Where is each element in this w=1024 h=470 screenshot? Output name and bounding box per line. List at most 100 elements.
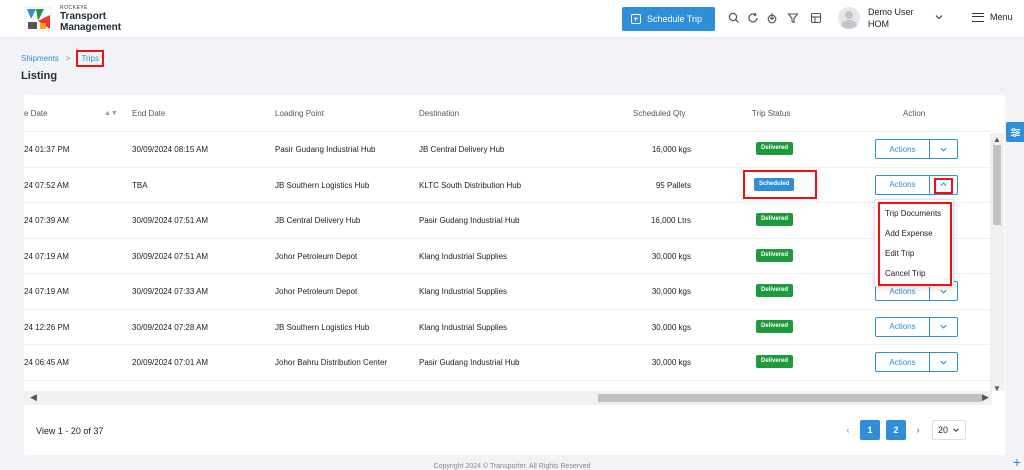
prev-page-arrow[interactable]: ‹ <box>842 425 854 436</box>
cell-start-date: 24 07:39 AM <box>24 216 69 225</box>
menu-item-trip-documents[interactable]: Trip Documents <box>885 209 941 218</box>
sort-icon[interactable]: ▲▼ <box>104 110 118 117</box>
menu-item-add-expense[interactable]: Add Expense <box>885 229 933 238</box>
status-badge: Delivered <box>756 248 794 262</box>
cell-destination: Klang Industrial Supplies <box>419 287 508 296</box>
cell-destination: KLTC South Distribution Hub <box>419 180 522 190</box>
column-start-date[interactable]: e Date <box>24 109 48 118</box>
page-1-button[interactable]: 1 <box>860 420 880 440</box>
page-size-select[interactable]: 20 <box>932 420 966 440</box>
scroll-right-arrow[interactable]: ▶ <box>982 392 989 403</box>
actions-button[interactable]: Actions <box>876 140 930 158</box>
table-row: 24 07:19 AM 30/09/2024 07:33 AM Johor Pe… <box>24 274 990 310</box>
cell-scheduled-qty: 30,000 kgs <box>651 322 691 332</box>
view-count: View 1 - 20 of 37 <box>36 426 104 436</box>
table-header: e Date ▲▼ End Date Loading Point Destina… <box>24 95 990 132</box>
actions-button-group: Actions <box>875 352 958 372</box>
schedule-trip-button[interactable]: Schedule Trip <box>622 7 715 31</box>
actions-toggle[interactable] <box>930 318 957 336</box>
plus-square-icon <box>631 14 641 24</box>
horizontal-scroll-thumb[interactable] <box>598 394 982 402</box>
status-badge: Delivered <box>756 142 794 155</box>
search-icon[interactable] <box>727 12 741 26</box>
chevron-down-icon <box>940 324 947 329</box>
refresh-icon[interactable] <box>746 12 760 26</box>
filter-settings-icon[interactable] <box>1006 122 1024 142</box>
menu-label: Menu <box>990 12 1013 22</box>
actions-dropdown-menu: Trip Documents Add Expense Edit Trip Can… <box>874 199 954 287</box>
vertical-scrollbar[interactable]: ▲ ▼ <box>990 133 1004 393</box>
actions-toggle[interactable] <box>930 140 957 158</box>
actions-button[interactable]: Actions <box>876 317 930 336</box>
chevron-down-icon <box>940 360 947 365</box>
breadcrumb-shipments[interactable]: Shipments <box>21 54 59 63</box>
brand-logo[interactable] <box>24 5 52 33</box>
breadcrumb-separator: > <box>65 54 71 63</box>
table-row: 24 12:26 PM 30/09/2024 07:28 AM JB South… <box>24 310 990 345</box>
cell-loading-point: Johor Petroleum Depot <box>275 251 358 261</box>
table-row: 24 07:19 AM 30/09/2024 07:51 AM Johor Pe… <box>24 239 990 274</box>
cell-start-date: 24 12:26 PM <box>24 322 70 332</box>
scroll-up-arrow[interactable]: ▲ <box>990 135 1004 144</box>
horizontal-scrollbar[interactable]: ◀ ▶ <box>24 391 992 405</box>
top-header: ROCKEYE Transport Management Schedule Tr… <box>0 0 1024 38</box>
pagination: ‹ 1 2 › 20 <box>842 420 966 440</box>
menu-icon <box>972 12 984 22</box>
table-row: 24 06:45 AM 20/09/2024 07:01 AM Johor Ba… <box>24 345 990 381</box>
cell-scheduled-qty: 95 Pallets <box>655 180 691 190</box>
cell-start-date: 24 07:19 AM <box>24 287 69 296</box>
plus-icon[interactable]: + <box>1010 455 1024 470</box>
column-destination[interactable]: Destination <box>419 109 459 118</box>
menu-item-edit-trip[interactable]: Edit Trip <box>885 249 914 258</box>
page-title: Listing <box>21 70 58 82</box>
breadcrumb: Shipments > Trips <box>21 50 104 67</box>
layout-icon[interactable] <box>809 12 823 26</box>
table-row: 24 01:37 PM 30/09/2024 08:15 AM Pasir Gu… <box>24 132 990 168</box>
status-badge: Delivered <box>756 284 794 297</box>
cell-scheduled-qty: 30,000 kgs <box>651 251 691 261</box>
cell-scheduled-qty: 16,000 Ltrs <box>650 216 691 225</box>
menu-button[interactable]: Menu <box>972 12 1013 22</box>
cell-destination: Klang Industrial Supplies <box>419 251 508 261</box>
cell-end-date: TBA <box>132 180 148 190</box>
cell-scheduled-qty: 30,000 kgs <box>651 287 691 296</box>
column-trip-status[interactable]: Trip Status <box>752 109 790 118</box>
status-badge: Delivered <box>756 355 794 368</box>
cell-end-date: 20/09/2024 07:01 AM <box>132 358 209 367</box>
actions-toggle[interactable] <box>930 176 957 194</box>
filter-icon[interactable] <box>786 12 800 26</box>
scroll-down-arrow[interactable]: ▼ <box>990 384 1004 393</box>
cell-loading-point: Johor Bahru Distribution Center <box>275 358 388 367</box>
schedule-trip-label: Schedule Trip <box>647 14 703 24</box>
actions-toggle[interactable] <box>930 353 957 371</box>
column-scheduled-qty[interactable]: Scheduled Qty <box>633 109 685 118</box>
actions-button[interactable]: Actions <box>876 175 930 194</box>
chevron-down-icon <box>953 428 959 432</box>
chevron-down-icon[interactable] <box>934 12 944 25</box>
breadcrumb-trips[interactable]: Trips <box>76 50 104 67</box>
menu-item-cancel-trip[interactable]: Cancel Trip <box>885 269 925 278</box>
cell-end-date: 30/09/2024 07:51 AM <box>132 251 209 261</box>
status-badge: Delivered <box>756 213 794 226</box>
column-end-date[interactable]: End Date <box>132 109 165 118</box>
avatar[interactable] <box>838 7 860 29</box>
cell-loading-point: JB Southern Logistics Hub <box>275 322 370 332</box>
cell-destination: JB Central Delivery Hub <box>419 145 505 154</box>
vertical-scroll-thumb[interactable] <box>993 145 1001 225</box>
chevron-down-icon <box>940 147 947 152</box>
copyright-text: Copyright 2024 © Transporter. All Rights… <box>433 463 591 470</box>
cell-start-date: 24 01:37 PM <box>24 145 70 154</box>
brand-title-line1: Transport <box>60 11 107 22</box>
user-role: HOM <box>868 19 889 29</box>
user-name: Demo User <box>868 7 914 17</box>
column-loading-point[interactable]: Loading Point <box>275 109 324 118</box>
next-page-arrow[interactable]: › <box>912 425 924 436</box>
cell-destination: Klang Industrial Supplies <box>419 322 508 332</box>
status-badge: Delivered <box>756 319 794 333</box>
actions-button[interactable]: Actions <box>876 353 930 371</box>
cell-end-date: 30/09/2024 08:15 AM <box>132 145 209 154</box>
page-2-button[interactable]: 2 <box>886 420 906 440</box>
scroll-left-arrow[interactable]: ◀ <box>30 392 37 403</box>
page-size-value: 20 <box>938 425 949 435</box>
download-icon[interactable] <box>765 12 779 26</box>
